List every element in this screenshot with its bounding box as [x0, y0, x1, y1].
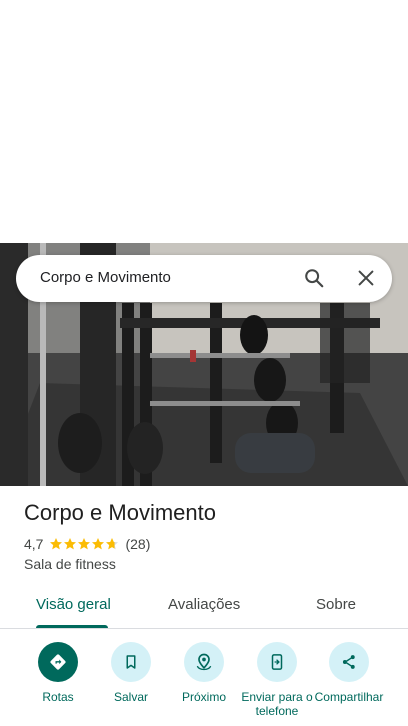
send-to-phone-button[interactable]: Enviar para o telefone — [237, 640, 317, 718]
bookmark-icon — [111, 642, 151, 682]
search-input[interactable]: Corpo e Movimento — [40, 269, 171, 286]
rating-value: 4,7 — [24, 536, 44, 552]
tab-about[interactable]: Sobre — [316, 596, 356, 613]
nearby-label: Próximo — [181, 690, 226, 704]
rating-row[interactable]: 4,7 (28) — [24, 535, 150, 553]
send-to-phone-icon — [257, 642, 297, 682]
save-button[interactable]: Salvar — [91, 640, 171, 704]
share-label: Compartilhar — [314, 690, 384, 704]
map-area-blank — [0, 0, 408, 243]
send-to-phone-label: Enviar para o telefone — [241, 690, 313, 718]
place-category: Sala de fitness — [24, 556, 116, 572]
place-tabs: Visão geral Avaliações Sobre — [0, 584, 408, 629]
save-label: Salvar — [113, 690, 148, 704]
active-tab-indicator — [36, 625, 108, 628]
reviews-count[interactable]: (28) — [125, 536, 150, 552]
close-icon[interactable] — [355, 267, 377, 289]
tab-reviews[interactable]: Avaliações — [168, 596, 240, 613]
directions-icon — [38, 642, 78, 682]
place-name: Corpo e Movimento — [24, 500, 216, 525]
tab-overview[interactable]: Visão geral — [36, 596, 111, 613]
share-icon — [329, 642, 369, 682]
nearby-icon — [184, 642, 224, 682]
directions-button[interactable]: Rotas — [18, 640, 98, 704]
star-rating — [49, 537, 119, 551]
nearby-button[interactable]: Próximo — [164, 640, 244, 704]
directions-label: Rotas — [42, 690, 74, 704]
search-icon[interactable] — [303, 267, 325, 289]
search-bar[interactable]: Corpo e Movimento — [16, 255, 392, 302]
share-button[interactable]: Compartilhar — [309, 640, 389, 704]
